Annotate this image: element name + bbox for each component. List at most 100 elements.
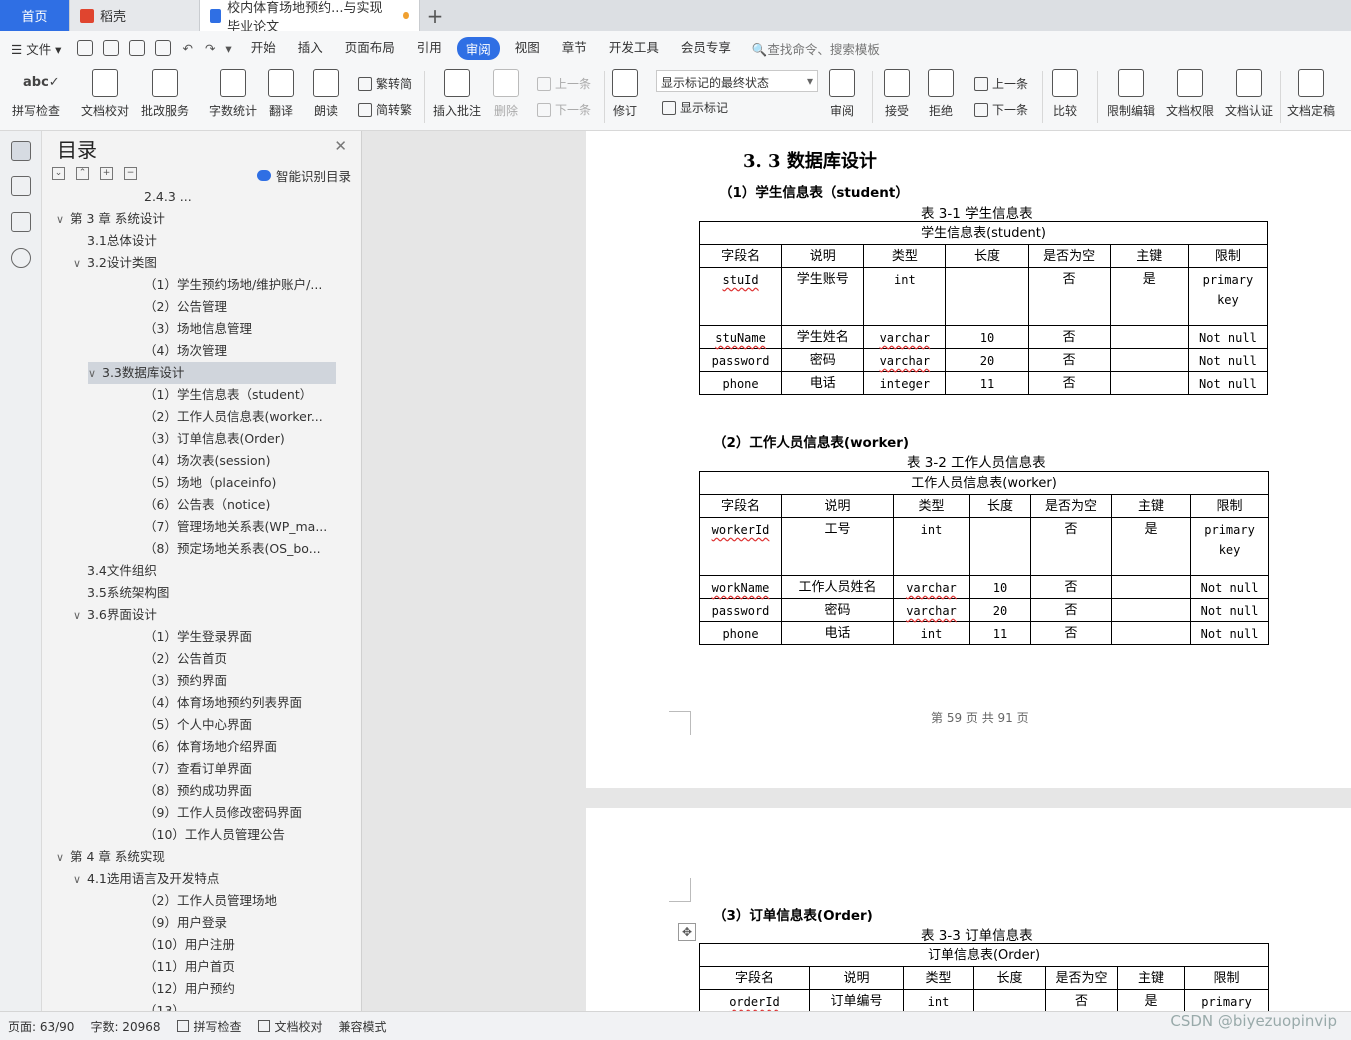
table-cell[interactable] [945,267,1029,326]
save-icon[interactable] [77,40,94,56]
table-cell[interactable]: 工作人员姓名 [781,575,894,599]
table-cell[interactable]: Not null [1187,325,1269,349]
toc-item[interactable]: （10）用户注册 [130,934,336,956]
table-cell[interactable]: varchar [893,598,970,622]
menu-file[interactable]: ☰ 文件 ▾ [0,39,72,58]
table-cell[interactable]: primary key [1189,517,1270,576]
toc-item[interactable]: （4）场次表(session) [130,450,336,472]
prev-revision-button[interactable]: 上一条 [974,75,1028,92]
table-cell[interactable]: 否 [1027,267,1111,326]
table-cell[interactable]: 10 [945,325,1029,349]
toc-item[interactable]: （4）场次管理 [130,340,336,362]
table-cell[interactable]: 学生账号 [781,267,865,326]
table-cell[interactable]: primary key [1187,267,1269,326]
table-cell[interactable]: 11 [969,621,1031,645]
table-cell[interactable]: Not null [1189,575,1270,599]
tab-home[interactable]: 首页 [0,0,70,31]
review-pane-button[interactable]: 审阅 [829,69,855,119]
toc-item[interactable]: （5）场地（placeinfo) [130,472,336,494]
trad-to-simp-button[interactable]: 繁转简 [358,75,412,92]
doc-rights-button[interactable]: 文档权限 [1166,69,1214,119]
toc-item[interactable]: （11）用户首页 [130,956,336,978]
table-cell[interactable]: Not null [1189,621,1270,645]
table-cell[interactable]: varchar [893,575,970,599]
toc-item[interactable]: （8）预定场地关系表(OS_bo... [130,538,336,560]
chevron-down-icon[interactable]: ∨ [88,363,102,384]
table-cell[interactable]: phone [699,621,782,645]
table-cell[interactable]: Not null [1187,371,1269,395]
toc-item[interactable]: （7）查看订单界面 [130,758,336,780]
status-doc-proof[interactable]: 文档校对 [250,1018,331,1035]
toc-item[interactable]: （6）体育场地介绍界面 [130,736,336,758]
doc-proof-button[interactable]: 文档校对 [81,69,129,119]
status-spell-check[interactable]: 拼写检查 [169,1018,250,1035]
table-cell[interactable]: phone [698,371,783,395]
mark-state-select[interactable]: 显示标记的最终状态 ▾ [656,70,818,92]
table-cell[interactable] [969,517,1031,576]
revise-service-button[interactable]: 批改服务 [141,69,189,119]
table-cell[interactable]: 否 [1045,989,1118,1011]
table-cell[interactable] [1109,371,1189,395]
tab-document[interactable]: 校内体育场地预约...与实现 毕业论文 [200,0,420,35]
table-cell[interactable]: 是 [1117,989,1185,1011]
table-cell[interactable] [973,989,1046,1011]
toc-item[interactable]: （9）工作人员修改密码界面 [130,802,336,824]
table-cell[interactable]: int [903,989,974,1011]
toc-item[interactable]: （1）学生预约场地/维护账户/... [130,274,336,296]
table-cell[interactable]: password [699,598,782,622]
menu-item-6[interactable]: 章节 [551,37,598,60]
table-cell[interactable]: 11 [945,371,1029,395]
expand-up-icon[interactable]: ⌃ [76,167,89,180]
collapse-all-icon[interactable]: ⌄ [52,167,65,180]
table-cell[interactable]: 订单编号 [809,989,904,1011]
toc-item[interactable]: ∨ 第 3 章 系统设计 [56,208,336,230]
table-move-handle-icon[interactable]: ✥ [678,923,696,941]
table-cell[interactable]: 学生姓名 [781,325,865,349]
show-marks-button[interactable]: 显示标记 [662,99,728,116]
table-cell[interactable] [1109,325,1189,349]
table-cell[interactable] [1111,621,1191,645]
table-cell[interactable]: varchar [863,325,947,349]
table-cell[interactable]: stuId [698,267,783,326]
table-cell[interactable]: 20 [969,598,1031,622]
table-cell[interactable]: int [863,267,947,326]
table-cell[interactable]: 20 [945,348,1029,372]
toc-item[interactable]: （7）管理场地关系表(WP_ma... [130,516,336,538]
toc-item[interactable]: 2.4.3 ... [130,191,336,208]
toc-item[interactable]: （10）工作人员管理公告 [130,824,336,846]
table-cell[interactable]: 是 [1109,267,1189,326]
table-cell[interactable]: 是 [1111,517,1191,576]
table-cell[interactable] [1109,348,1189,372]
toc-item[interactable]: （12）用户预约 [130,978,336,1000]
page-indicator[interactable]: 页面: 63/90 [0,1018,82,1035]
menu-item-1[interactable]: 插入 [287,37,334,60]
table-cell[interactable]: Not null [1187,348,1269,372]
table-cell[interactable]: 否 [1030,621,1112,645]
chevron-down-icon[interactable]: ∨ [73,869,87,890]
chevron-down-icon[interactable]: ∨ [73,253,87,274]
toc-item[interactable]: 3.5系统架构图 [73,582,336,604]
doc-final-button[interactable]: 文档定稿 [1287,69,1335,119]
chapter-nav-icon[interactable] [11,176,31,196]
close-icon[interactable]: ✕ [334,137,347,155]
table-cell[interactable]: stuName [698,325,783,349]
table-cell[interactable]: 密码 [781,598,894,622]
menu-item-3[interactable]: 引用 [406,37,453,60]
table-cell[interactable]: workerId [699,517,782,576]
toc-item[interactable]: （9）用户登录 [130,912,336,934]
print-preview-icon[interactable] [155,40,172,56]
table-cell[interactable]: 否 [1030,575,1112,599]
table-cell[interactable]: 密码 [781,348,865,372]
search-icon[interactable] [11,248,31,268]
export-icon[interactable] [103,40,120,56]
toc-item[interactable]: （1）学生信息表（student） [130,384,336,406]
toc-item[interactable]: （2）工作人员信息表(worker... [130,406,336,428]
toc-item[interactable]: ∨ 4.1选用语言及开发特点 [73,868,336,890]
toc-item[interactable]: （2）公告首页 [130,648,336,670]
translate-button[interactable]: 翻译 [268,69,294,119]
chevron-down-icon[interactable]: ∨ [73,605,87,626]
compare-button[interactable]: 比较 [1052,69,1078,119]
doc-cert-button[interactable]: 文档认证 [1225,69,1273,119]
toc-item[interactable]: ∨ 3.3数据库设计 [88,362,336,384]
table-cell[interactable]: integer [863,371,947,395]
